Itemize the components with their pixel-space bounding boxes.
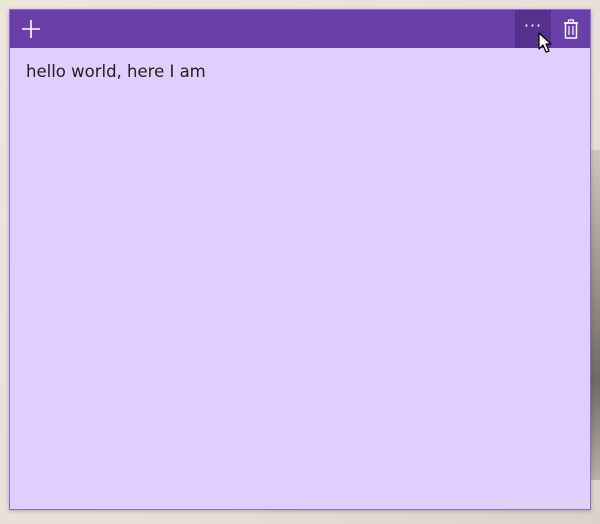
note-text[interactable]: hello world, here I am — [26, 62, 574, 81]
note-titlebar[interactable]: ··· — [10, 10, 590, 48]
new-note-button[interactable] — [10, 10, 52, 48]
plus-icon — [22, 20, 40, 38]
note-content-area[interactable]: hello world, here I am — [10, 48, 590, 509]
trash-icon — [564, 19, 578, 39]
sticky-note: ··· hello world, here I am — [9, 9, 591, 510]
delete-note-button[interactable] — [551, 10, 591, 48]
mouse-cursor-icon — [538, 32, 552, 53]
